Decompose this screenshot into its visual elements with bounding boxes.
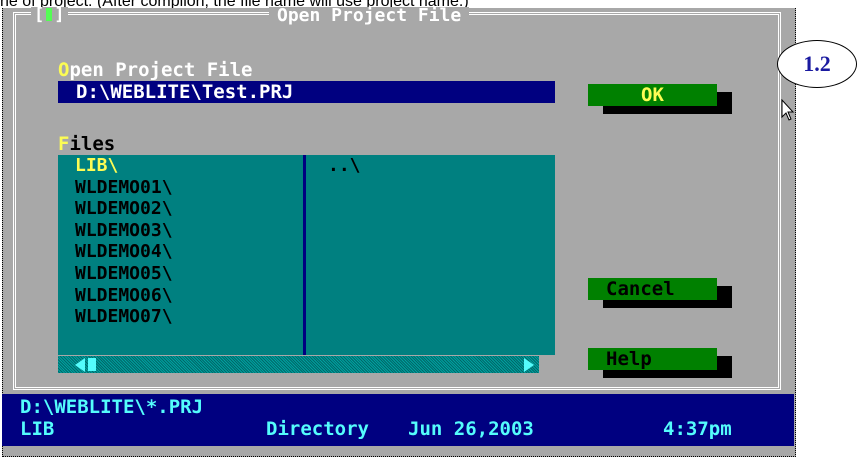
column-divider xyxy=(303,155,306,355)
list-item[interactable]: WLDEMO07\ xyxy=(75,306,173,328)
scroll-right-icon[interactable] xyxy=(524,358,534,372)
project-path-input[interactable]: D:\WEBLITE\Test.PRJ xyxy=(58,81,555,103)
step-annotation: 1.2 xyxy=(777,40,857,88)
files-label: Files xyxy=(58,133,116,155)
files-hotkey: F xyxy=(58,133,70,155)
list-item[interactable]: WLDEMO06\ xyxy=(75,285,173,307)
dialog-title-bar: [] Open Project File xyxy=(11,7,787,25)
cancel-button[interactable]: Cancel xyxy=(588,278,717,300)
status-bar: D:\WEBLITE\*.PRJ LIB Directory Jun 26,20… xyxy=(2,394,794,446)
close-button[interactable]: [] xyxy=(31,7,68,25)
open-hotkey: O xyxy=(58,59,70,81)
dialog-title: Open Project File xyxy=(269,7,470,25)
mouse-pointer-icon xyxy=(781,99,795,121)
status-file-name: LIB xyxy=(20,418,55,440)
file-column-2: ..\ xyxy=(328,155,361,177)
open-project-label: Open Project File xyxy=(58,59,253,81)
list-item[interactable]: WLDEMO01\ xyxy=(75,177,173,199)
list-item-parent-dir[interactable]: ..\ xyxy=(328,155,361,177)
status-file-type: Directory xyxy=(266,418,369,440)
scroll-thumb[interactable] xyxy=(88,358,96,371)
list-item[interactable]: WLDEMO02\ xyxy=(75,198,173,220)
list-item[interactable]: WLDEMO05\ xyxy=(75,263,173,285)
file-list[interactable]: LIB\ WLDEMO01\ WLDEMO02\ WLDEMO03\ WLDEM… xyxy=(58,155,555,355)
help-button[interactable]: Help xyxy=(588,348,717,370)
scroll-left-icon[interactable] xyxy=(75,358,85,372)
list-item[interactable]: WLDEMO04\ xyxy=(75,241,173,263)
horizontal-scrollbar[interactable] xyxy=(58,356,539,373)
open-project-dialog: [] Open Project File Open Project File D… xyxy=(2,7,796,457)
list-item[interactable]: LIB\ xyxy=(75,155,173,177)
close-icon xyxy=(46,8,53,21)
list-item[interactable]: WLDEMO03\ xyxy=(75,220,173,242)
status-date: Jun 26,2003 xyxy=(408,418,534,440)
status-path: D:\WEBLITE\*.PRJ xyxy=(20,396,204,418)
status-time: 4:37pm xyxy=(663,418,732,440)
file-column-1: LIB\ WLDEMO01\ WLDEMO02\ WLDEMO03\ WLDEM… xyxy=(75,155,173,328)
ok-button[interactable]: OK xyxy=(588,84,717,106)
